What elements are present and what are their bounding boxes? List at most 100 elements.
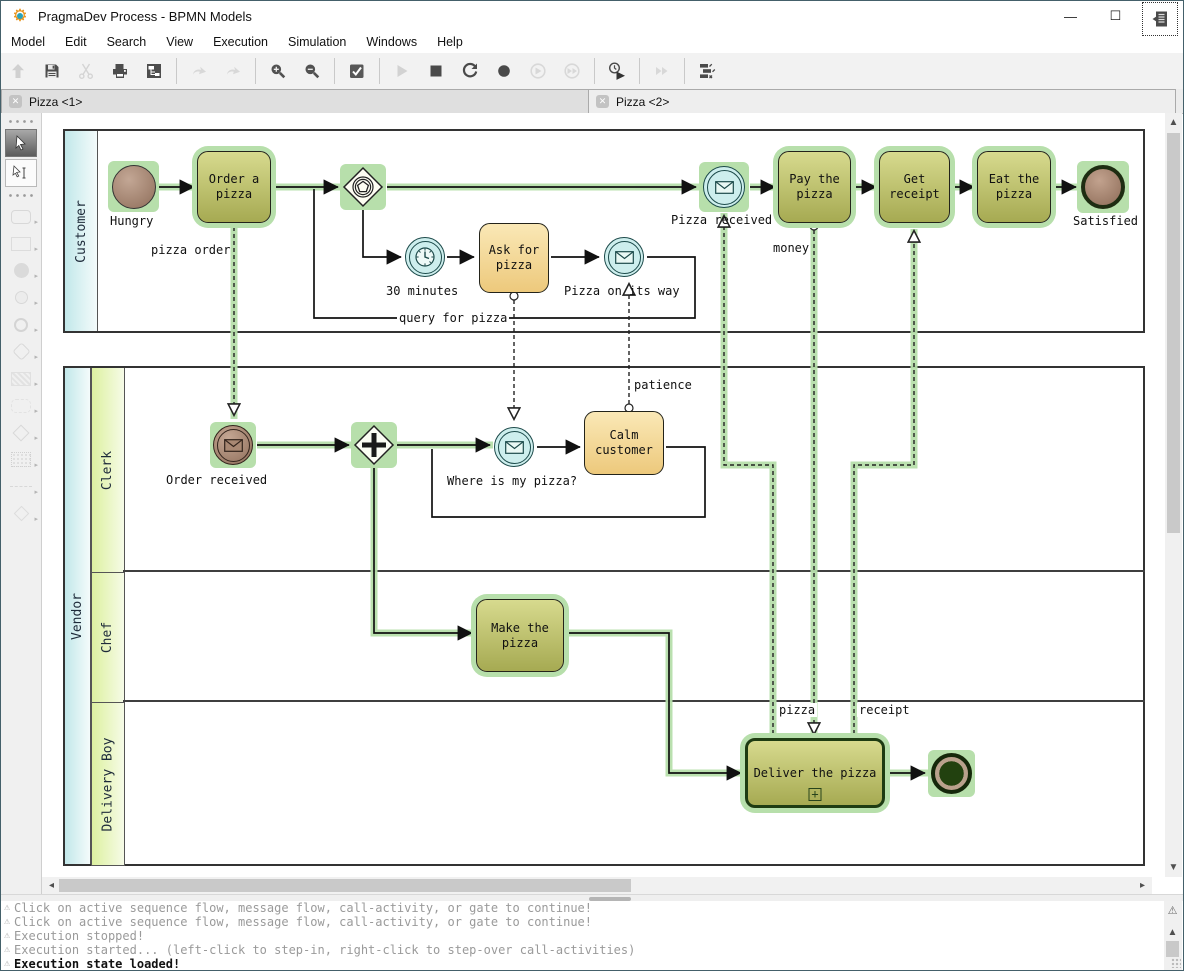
warning-icon: ⚠: [4, 957, 10, 971]
envelope-icon: [224, 439, 243, 452]
data-object-tool-icon: [13, 424, 30, 441]
event-label: Pizza on its way: [564, 284, 680, 298]
task-ask-for-pizza[interactable]: Ask for pizza: [479, 223, 549, 293]
menu-item-view[interactable]: View: [156, 35, 203, 49]
message-event-pizza-received[interactable]: [703, 166, 745, 208]
palette-drag-handle[interactable]: [5, 116, 37, 126]
menu-item-search[interactable]: Search: [97, 35, 157, 49]
lane-clerk-band[interactable]: Clerk: [91, 368, 125, 573]
restart-icon: [460, 61, 480, 81]
validate-icon: [347, 61, 367, 81]
gateway-tool: ▸: [1, 338, 41, 365]
message-event-pizza-on-its-way[interactable]: [604, 237, 644, 277]
subprocess-deliver-the-pizza[interactable]: Deliver the pizza +: [745, 738, 885, 808]
diagram-canvas[interactable]: Customer Vendor Clerk Chef Delivery Boy: [42, 113, 1167, 877]
record-icon: [494, 61, 514, 81]
run-button: [387, 56, 417, 86]
record-button[interactable]: [489, 56, 519, 86]
horizontal-scrollbar[interactable]: ◂ ▸: [42, 877, 1152, 894]
step-in-button: [523, 56, 553, 86]
tab-pizza-1[interactable]: ✕ Pizza <1>: [1, 89, 589, 113]
app-window: ⚙ PragmaDev Process - BPMN Models — ☐ ✕ …: [0, 0, 1184, 971]
event-based-gateway[interactable]: [341, 165, 385, 209]
message-start-event-order-received[interactable]: [213, 425, 253, 465]
conditional-flow-tool-icon: [13, 506, 29, 522]
task-make-the-pizza[interactable]: Make the pizza: [476, 599, 564, 672]
zoom-out-button[interactable]: [297, 56, 327, 86]
warning-icon: ⚠: [4, 943, 10, 957]
scroll-up-icon[interactable]: ▲: [1166, 115, 1181, 130]
zoom-in-button[interactable]: [263, 56, 293, 86]
expand-plus-icon[interactable]: +: [809, 788, 822, 801]
menu-item-help[interactable]: Help: [427, 35, 473, 49]
resize-grip[interactable]: [1171, 958, 1181, 968]
task-list-button[interactable]: [692, 56, 722, 86]
save-button[interactable]: [37, 56, 67, 86]
lane-chef-band[interactable]: Chef: [91, 573, 125, 703]
event-label: Pizza received: [671, 213, 772, 227]
menu-item-execution[interactable]: Execution: [203, 35, 278, 49]
annotation-tool-icon: [11, 399, 31, 413]
log-scroll-up-icon[interactable]: ▲: [1165, 925, 1180, 940]
scroll-down-icon[interactable]: ▼: [1166, 860, 1181, 875]
message-event-where-is-my-pizza[interactable]: [494, 427, 534, 467]
menu-item-windows[interactable]: Windows: [356, 35, 427, 49]
flyout-arrow-icon: ▸: [34, 488, 38, 496]
horizontal-scroll-thumb[interactable]: [59, 879, 631, 892]
log-splitter[interactable]: [1, 894, 1183, 901]
timer-event-30-minutes[interactable]: [405, 237, 445, 277]
timed-run-button[interactable]: [602, 56, 632, 86]
warning-icon: ⚠: [4, 901, 10, 915]
envelope-icon: [715, 181, 734, 194]
menu-item-model[interactable]: Model: [1, 35, 55, 49]
vertical-scrollbar[interactable]: ▲ ▼: [1165, 113, 1182, 877]
end-event-delivered[interactable]: [931, 753, 972, 794]
scroll-left-icon[interactable]: ◂: [44, 878, 59, 893]
message-flow-tool-icon: [10, 486, 32, 488]
vertical-scroll-thumb[interactable]: [1167, 133, 1180, 533]
stop-button[interactable]: [421, 56, 451, 86]
task-eat-the-pizza[interactable]: Eat the pizza: [977, 151, 1051, 223]
group-tool-icon: [11, 372, 31, 386]
event-label: Hungry: [110, 214, 153, 228]
maximize-button[interactable]: ☐: [1093, 1, 1138, 31]
toolbar: [1, 53, 1183, 90]
model-tree-icon: [144, 61, 164, 81]
lane-divider: [123, 700, 1145, 702]
lane-delivery-boy-band[interactable]: Delivery Boy: [91, 703, 125, 866]
menu-item-simulation[interactable]: Simulation: [278, 35, 356, 49]
model-tree-button[interactable]: [139, 56, 169, 86]
task-order-a-pizza[interactable]: Order a pizza: [197, 151, 271, 223]
clock-icon: [413, 245, 437, 269]
palette-drag-handle[interactable]: [5, 190, 37, 200]
lane-delivery-boy-label: Delivery Boy: [101, 737, 116, 831]
log-scroll-thumb[interactable]: [1166, 941, 1179, 957]
tab-close-icon[interactable]: ✕: [9, 95, 22, 108]
text-select-tool[interactable]: [5, 159, 37, 187]
validate-button[interactable]: [342, 56, 372, 86]
task-calm-customer[interactable]: Calm customer: [584, 411, 664, 475]
log-console[interactable]: ⚠Click on active sequence flow, message …: [1, 901, 1166, 971]
end-event-satisfied[interactable]: [1081, 165, 1125, 209]
restart-button[interactable]: [455, 56, 485, 86]
annotation-tool: ▸: [1, 392, 41, 419]
event-label: Order received: [166, 473, 267, 487]
warning-jump-icon[interactable]: ⚠: [1165, 903, 1180, 918]
toolbar-separator: [594, 58, 595, 84]
minimize-button[interactable]: —: [1048, 1, 1093, 31]
task-pay-the-pizza[interactable]: Pay the pizza: [778, 151, 851, 223]
parallel-gateway[interactable]: [352, 423, 396, 467]
scroll-right-icon[interactable]: ▸: [1135, 878, 1150, 893]
pool-customer-band[interactable]: Customer: [65, 131, 98, 331]
start-event-hungry[interactable]: [112, 165, 156, 209]
side-panel-toggle[interactable]: [1143, 3, 1177, 35]
tab-close-icon[interactable]: ✕: [596, 95, 609, 108]
pool-vendor-band[interactable]: Vendor: [65, 368, 91, 864]
menu-item-edit[interactable]: Edit: [55, 35, 97, 49]
task-get-receipt[interactable]: Get receipt: [879, 151, 950, 223]
lane-chef-label: Chef: [101, 622, 116, 653]
print-button[interactable]: [105, 56, 135, 86]
tab-pizza-2[interactable]: ✕ Pizza <2>: [589, 89, 1176, 113]
app-logo-icon: ⚙: [10, 6, 30, 26]
select-tool[interactable]: [5, 129, 37, 157]
